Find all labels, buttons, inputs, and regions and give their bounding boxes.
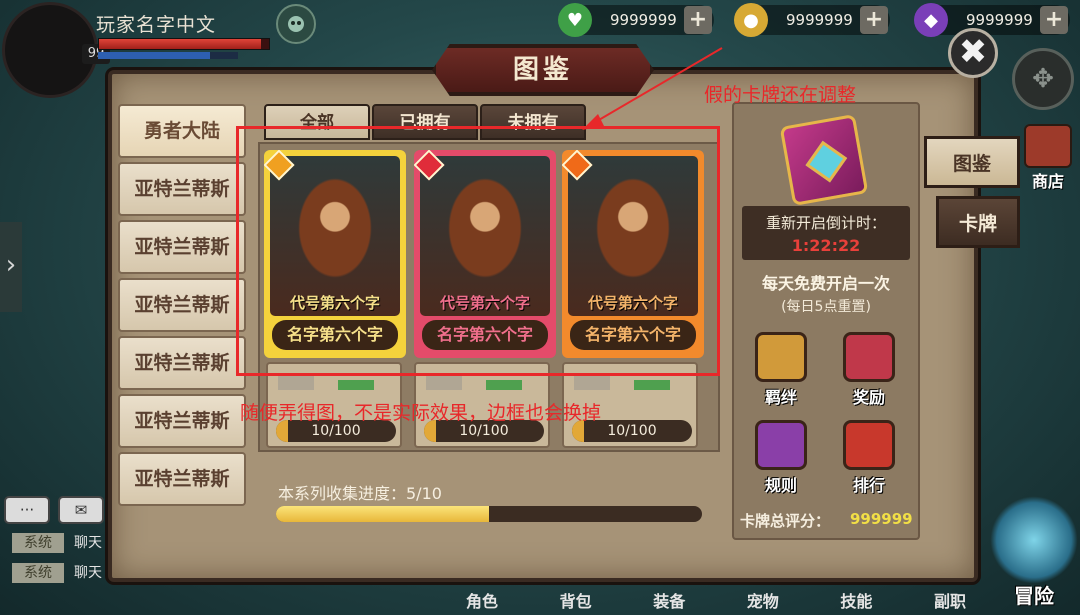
ranking-label: 排行 bbox=[852, 476, 885, 495]
pet-icon[interactable] bbox=[276, 4, 316, 44]
add-gold-button[interactable]: + bbox=[860, 6, 888, 34]
shop-button[interactable]: 商店 bbox=[1018, 124, 1078, 196]
bond-label: 羁绊 bbox=[764, 388, 797, 407]
ranking-banner-icon bbox=[843, 420, 895, 470]
mp-bar bbox=[98, 52, 238, 59]
resource-gold: ● 9999999 + bbox=[734, 3, 890, 37]
chat-message: 聊天 bbox=[74, 535, 102, 551]
side-tab-pokedex[interactable]: 图鉴 bbox=[924, 136, 1020, 188]
reward-label: 奖励 bbox=[852, 388, 885, 407]
mp-bar-fill bbox=[98, 52, 210, 59]
resource-diamonds: ◆ 9999999 + bbox=[914, 3, 1070, 37]
close-button[interactable]: ✖ bbox=[948, 28, 998, 78]
expand-left-arrow-icon[interactable]: › bbox=[0, 222, 22, 312]
panel-title: 图鉴 bbox=[432, 44, 654, 96]
ranking-button[interactable]: 排行 bbox=[834, 420, 904, 498]
nav-equipment[interactable]: 装备 bbox=[653, 588, 685, 612]
annotation-note-top: 假的卡牌还在调整 bbox=[704, 84, 857, 106]
blue-portal-icon bbox=[990, 496, 1078, 584]
nav-character[interactable]: 角色 bbox=[466, 588, 498, 612]
blurred-placeholder bbox=[634, 380, 670, 390]
category-item[interactable]: 亚特兰蒂斯 bbox=[118, 336, 246, 390]
chat-line: 系统 聊天 bbox=[12, 532, 108, 554]
nav-bag[interactable]: 背包 bbox=[560, 588, 592, 612]
countdown-label: 重新开启倒计时： bbox=[765, 214, 886, 232]
adventure-label: 冒险 bbox=[1014, 584, 1054, 608]
reward-button[interactable]: 奖励 bbox=[834, 332, 904, 410]
shop-tent-icon bbox=[1024, 124, 1072, 168]
card-pack-book-icon[interactable] bbox=[779, 114, 869, 206]
rules-button[interactable]: 规则 bbox=[746, 420, 816, 498]
shop-label: 商店 bbox=[1031, 172, 1064, 191]
resource-value: 9999999 bbox=[786, 11, 853, 29]
nav-skill[interactable]: 技能 bbox=[840, 588, 872, 612]
rules-label: 规则 bbox=[764, 476, 797, 495]
reset-note: (每日5点重置) bbox=[781, 299, 871, 315]
blurred-placeholder bbox=[278, 376, 314, 390]
chat-message: 聊天 bbox=[74, 565, 102, 581]
add-green-gems-button[interactable]: + bbox=[684, 6, 712, 34]
collection-progress-bar bbox=[276, 506, 702, 522]
blurred-placeholder bbox=[574, 376, 610, 390]
score-label: 卡牌总评分： bbox=[740, 512, 831, 530]
hp-bar-fill bbox=[99, 39, 261, 49]
chat-channel-tag: 系统 bbox=[12, 533, 64, 553]
collection-progress-fill bbox=[276, 506, 489, 522]
mail-icon[interactable]: ✉ bbox=[58, 496, 104, 524]
annotation-box bbox=[236, 126, 720, 376]
blurred-placeholder bbox=[338, 380, 374, 390]
purple-diamond-icon: ◆ bbox=[914, 3, 948, 37]
treasure-chest-icon bbox=[843, 332, 895, 382]
collection-progress-label: 本系列收集进度：5/10 bbox=[278, 484, 442, 503]
chat-bubble-icon[interactable]: ··· bbox=[4, 496, 50, 524]
add-diamonds-button[interactable]: + bbox=[1040, 6, 1068, 34]
category-item[interactable]: 亚特兰蒂斯 bbox=[118, 278, 246, 332]
category-item[interactable]: 勇者大陆 bbox=[118, 104, 246, 158]
resource-value: 9999999 bbox=[610, 11, 677, 29]
question-book-icon bbox=[755, 420, 807, 470]
blurred-placeholder bbox=[486, 380, 522, 390]
category-item[interactable]: 亚特兰蒂斯 bbox=[118, 162, 246, 216]
annotation-note-bottom: 随便弄得图，不是实际效果，边框也会换掉 bbox=[240, 402, 602, 424]
blurred-placeholder bbox=[426, 376, 462, 390]
countdown-time: 1:22:22 bbox=[791, 236, 861, 255]
resource-green-gems: ♥ 9999999 + bbox=[558, 3, 714, 37]
bottom-nav: 角色 背包 装备 宠物 技能 副职 bbox=[466, 588, 966, 612]
bond-button[interactable]: 羁绊 bbox=[746, 332, 816, 410]
player-name: 玩家名字中文 bbox=[96, 14, 217, 36]
chain-link-icon bbox=[755, 332, 807, 382]
countdown-box: 重新开启倒计时： 1:22:22 bbox=[742, 206, 910, 260]
chat-line: 系统 聊天 bbox=[12, 562, 108, 584]
resource-value: 9999999 bbox=[966, 11, 1033, 29]
joystick-icon[interactable]: ✥ bbox=[1012, 48, 1074, 110]
category-item[interactable]: 亚特兰蒂斯 bbox=[118, 452, 246, 506]
gold-coin-icon: ● bbox=[734, 3, 768, 37]
category-item[interactable]: 亚特兰蒂斯 bbox=[118, 394, 246, 448]
category-list: 勇者大陆 亚特兰蒂斯 亚特兰蒂斯 亚特兰蒂斯 亚特兰蒂斯 亚特兰蒂斯 亚特兰蒂斯 bbox=[118, 104, 246, 510]
green-heart-gem-icon: ♥ bbox=[558, 3, 592, 37]
free-open-text: 每天免费开启一次 bbox=[761, 274, 890, 293]
side-tab-cards[interactable]: 卡牌 bbox=[936, 196, 1020, 248]
adventure-button[interactable]: 冒险 bbox=[990, 496, 1078, 612]
category-item[interactable]: 亚特兰蒂斯 bbox=[118, 220, 246, 274]
nav-pet[interactable]: 宠物 bbox=[747, 588, 779, 612]
chat-channel-tag: 系统 bbox=[12, 563, 64, 583]
nav-profession[interactable]: 副职 bbox=[934, 588, 966, 612]
score-value: 999999 bbox=[850, 510, 913, 528]
hp-bar bbox=[98, 38, 270, 50]
